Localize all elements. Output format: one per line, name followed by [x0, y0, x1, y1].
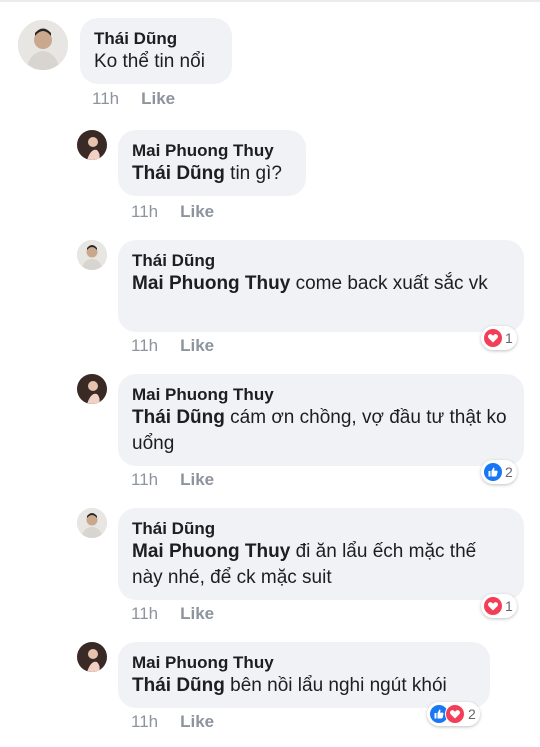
comment-text: Ko thể tin nổi	[94, 51, 205, 72]
avatar-woman-icon	[77, 642, 107, 672]
comment-bubble: Thái Dũng Mai Phuong Thuy come back xuất…	[118, 240, 524, 332]
like-reaction-icon	[484, 463, 502, 481]
reaction-count: 2	[468, 706, 476, 722]
reaction-count: 2	[505, 464, 513, 480]
comment-meta: 11h Like	[131, 336, 214, 356]
heart-reaction-icon	[484, 329, 502, 347]
avatar[interactable]	[77, 130, 107, 160]
reaction-summary[interactable]: 2	[481, 460, 517, 484]
avatar-man-icon	[77, 240, 107, 270]
comment-meta: 11h Like	[131, 470, 214, 490]
comment-text: Mai Phuong Thuy đi ăn lẩu ếch mặc thế nà…	[132, 539, 510, 591]
comment-time[interactable]: 11h	[131, 712, 158, 731]
mention-link[interactable]: Mai Phuong Thuy	[132, 273, 290, 294]
avatar[interactable]	[77, 642, 107, 672]
reaction-summary[interactable]: 2	[427, 702, 480, 726]
comment-text: Thái Dũng cám ơn chồng, vợ đầu tư thật k…	[132, 405, 510, 457]
comment-text: Mai Phuong Thuy come back xuất sắc vk	[132, 271, 510, 297]
mention-link[interactable]: Thái Dũng	[132, 163, 225, 184]
comment-bubble: Mai Phuong Thuy Thái Dũng bên nồi lẩu ng…	[118, 642, 490, 708]
avatar-woman-icon	[77, 130, 107, 160]
comment-text: Thái Dũng bên nồi lẩu nghi ngút khói	[132, 673, 476, 699]
heart-reaction-icon	[484, 597, 502, 615]
avatar[interactable]	[77, 240, 107, 270]
like-button[interactable]: Like	[180, 336, 214, 355]
mention-link[interactable]: Thái Dũng	[132, 675, 225, 696]
comment-author[interactable]: Mai Phuong Thuy	[132, 384, 510, 405]
comment-author[interactable]: Thái Dũng	[132, 518, 510, 539]
like-button[interactable]: Like	[180, 604, 214, 623]
mention-link[interactable]: Mai Phuong Thuy	[132, 541, 290, 562]
comment-author[interactable]: Mai Phuong Thuy	[132, 652, 476, 673]
comment-text: Thái Dũng tin gì?	[132, 161, 292, 187]
reaction-summary[interactable]: 1	[481, 594, 517, 618]
reaction-summary[interactable]: 1	[481, 326, 517, 350]
comment-meta: 11h Like	[92, 89, 175, 109]
reaction-count: 1	[505, 330, 513, 346]
avatar-man-icon	[77, 508, 107, 538]
comment-bubble: Mai Phuong Thuy Thái Dũng cám ơn chồng, …	[118, 374, 524, 466]
comment-time[interactable]: 11h	[131, 470, 158, 489]
like-button[interactable]: Like	[141, 89, 175, 108]
like-button[interactable]: Like	[180, 712, 214, 731]
comment-body: come back xuất sắc vk	[290, 273, 488, 294]
mention-link[interactable]: Thái Dũng	[132, 407, 225, 428]
comment-body: tin gì?	[224, 163, 282, 184]
avatar[interactable]	[18, 20, 68, 70]
comment-time[interactable]: 11h	[92, 89, 119, 108]
avatar-man-icon	[18, 20, 68, 70]
comment-meta: 11h Like	[131, 712, 214, 732]
comment-meta: 11h Like	[131, 202, 214, 222]
reaction-count: 1	[505, 598, 513, 614]
heart-reaction-icon	[445, 704, 465, 724]
comment-time[interactable]: 11h	[131, 604, 158, 623]
avatar[interactable]	[77, 508, 107, 538]
comment-body: bên nồi lẩu nghi ngút khói	[224, 675, 447, 696]
comment-meta: 11h Like	[131, 604, 214, 624]
comment-time[interactable]: 11h	[131, 202, 158, 221]
comment-bubble: Thái Dũng Ko thể tin nổi	[80, 18, 232, 84]
avatar[interactable]	[77, 374, 107, 404]
comment-author[interactable]: Thái Dũng	[132, 250, 510, 271]
top-divider	[0, 0, 540, 2]
comment-bubble: Thái Dũng Mai Phuong Thuy đi ăn lẩu ếch …	[118, 508, 524, 600]
comment-author[interactable]: Mai Phuong Thuy	[132, 140, 292, 161]
comment-author[interactable]: Thái Dũng	[94, 28, 218, 49]
comment-bubble: Mai Phuong Thuy Thái Dũng tin gì?	[118, 130, 306, 196]
avatar-woman-icon	[77, 374, 107, 404]
like-button[interactable]: Like	[180, 470, 214, 489]
comment-time[interactable]: 11h	[131, 336, 158, 355]
like-button[interactable]: Like	[180, 202, 214, 221]
